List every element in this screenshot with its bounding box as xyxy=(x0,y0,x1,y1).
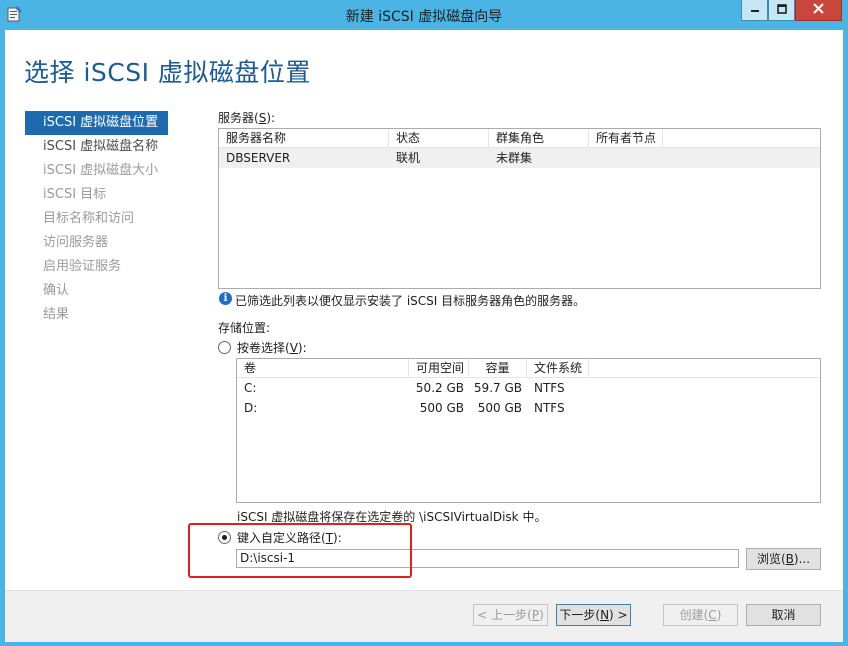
wizard-nav: iSCSI 虚拟磁盘位置 iSCSI 虚拟磁盘名称 iSCSI 虚拟磁盘大小 i… xyxy=(25,111,195,327)
info-icon: i xyxy=(219,292,232,305)
server-status-cell: 联机 xyxy=(396,151,421,165)
server-name-cell: DBSERVER xyxy=(226,151,291,165)
server-label: 服务器(S): xyxy=(218,111,276,125)
column-header-server-name[interactable]: 服务器名称 xyxy=(219,129,389,148)
server-list-header: 服务器名称 状态 群集角色 所有者节点 xyxy=(219,129,820,148)
file-system-cell: NTFS xyxy=(534,401,565,415)
volume-cell: C: xyxy=(244,381,257,395)
volume-list-header: 卷 可用空间 容量 文件系统 xyxy=(237,359,820,378)
nav-item-disk-name[interactable]: iSCSI 虚拟磁盘名称 xyxy=(25,135,195,159)
server-owner-node-cell xyxy=(589,148,663,168)
nav-item-target-name-access: 目标名称和访问 xyxy=(43,211,135,226)
wizard-footer: < 上一步(P) 下一步(N) > 创建(C) 取消 xyxy=(5,591,843,642)
nav-item-confirmation: 确认 xyxy=(43,283,70,298)
column-header-status[interactable]: 状态 xyxy=(389,129,489,148)
server-cluster-role-cell: 未群集 xyxy=(496,151,533,165)
volume-row[interactable]: C: 50.2 GB 59.7 GB NTFS xyxy=(237,378,820,398)
back-button[interactable]: < 上一步(P) xyxy=(473,604,548,626)
by-volume-radio[interactable] xyxy=(218,341,231,354)
window-bottom-border xyxy=(0,642,848,646)
window-title: 新建 iSCSI 虚拟磁盘向导 xyxy=(345,9,503,25)
column-header-free-space[interactable]: 可用空间 xyxy=(409,359,469,378)
close-button[interactable] xyxy=(795,0,842,21)
column-header-capacity[interactable]: 容量 xyxy=(469,359,527,378)
maximize-button[interactable] xyxy=(768,0,795,21)
file-system-cell: NTFS xyxy=(534,381,565,395)
nav-item-results: 结果 xyxy=(43,307,70,322)
capacity-cell: 59.7 GB xyxy=(473,381,522,395)
volume-cell: D: xyxy=(244,401,258,415)
nav-item-auth-service: 启用验证服务 xyxy=(43,259,122,274)
close-icon xyxy=(813,3,824,17)
next-button[interactable]: 下一步(N) > xyxy=(556,604,631,626)
column-header-file-system[interactable]: 文件系统 xyxy=(527,359,589,378)
title-bar[interactable]: 新建 iSCSI 虚拟磁盘向导 xyxy=(0,0,848,30)
cancel-button[interactable]: 取消 xyxy=(746,604,821,626)
volume-row[interactable]: D: 500 GB 500 GB NTFS xyxy=(237,398,820,418)
nav-item-iscsi-target: iSCSI 目标 xyxy=(43,187,107,202)
minimize-icon xyxy=(750,3,760,17)
minimize-button[interactable] xyxy=(741,0,768,21)
server-row[interactable]: DBSERVER 联机 未群集 xyxy=(219,148,820,168)
browse-button[interactable]: 浏览(B)... xyxy=(746,548,821,570)
nav-item-disk-location[interactable]: iSCSI 虚拟磁盘位置 xyxy=(25,111,168,135)
server-filter-info: 已筛选此列表以便仅显示安装了 iSCSI 目标服务器角色的服务器。 xyxy=(235,294,586,308)
wizard-window: 新建 iSCSI 虚拟磁盘向导 选择 iSCSI 虚拟磁盘位置 iSCSI 虚拟… xyxy=(0,0,848,646)
column-header-owner-node[interactable]: 所有者节点 xyxy=(589,129,663,148)
volume-list[interactable]: 卷 可用空间 容量 文件系统 C: 50.2 GB 59.7 GB NTFS D… xyxy=(236,358,821,503)
free-space-cell: 50.2 GB xyxy=(415,381,464,395)
server-list[interactable]: 服务器名称 状态 群集角色 所有者节点 DBSERVER 联机 未群集 xyxy=(218,128,821,289)
capacity-cell: 500 GB xyxy=(477,401,522,415)
create-button[interactable]: 创建(C) xyxy=(663,604,738,626)
page-title: 选择 iSCSI 虚拟磁盘位置 xyxy=(24,58,311,87)
nav-item-disk-size: iSCSI 虚拟磁盘大小 xyxy=(43,163,159,178)
nav-item-access-servers: 访问服务器 xyxy=(43,235,109,250)
by-volume-label[interactable]: 按卷选择(V): xyxy=(237,339,307,356)
column-header-cluster-role[interactable]: 群集角色 xyxy=(489,129,589,148)
column-header-volume[interactable]: 卷 xyxy=(237,359,409,378)
wizard-client-area: 选择 iSCSI 虚拟磁盘位置 iSCSI 虚拟磁盘位置 iSCSI 虚拟磁盘名… xyxy=(5,30,843,642)
maximize-icon xyxy=(776,3,787,17)
storage-location-label: 存储位置: xyxy=(218,321,271,335)
free-space-cell: 500 GB xyxy=(419,401,464,415)
highlight-annotation xyxy=(188,523,412,578)
